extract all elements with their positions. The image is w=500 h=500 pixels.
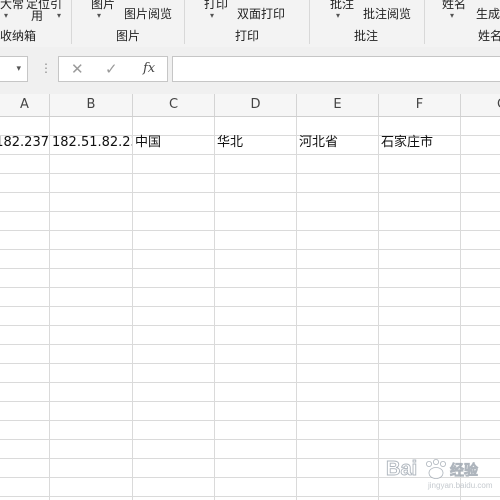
ribbon-btn-name[interactable]: 姓名 <box>442 0 466 11</box>
column-header-f[interactable]: F <box>379 94 461 116</box>
cancel-icon[interactable]: ✕ <box>71 60 84 78</box>
ribbon-divider <box>184 0 185 44</box>
drag-handle-icon[interactable]: ⋮ <box>40 62 52 74</box>
ribbon-btn-image[interactable]: 图片 <box>91 0 115 11</box>
cell-c1[interactable]: 中国 <box>135 134 214 152</box>
column-header-c[interactable]: C <box>133 94 215 116</box>
ribbon: 大常 ▾ 定位引 用 ▾ 收纳箱 图片 ▾ 图片阅览 图片 打印 ▾ 双面打印 … <box>0 0 500 48</box>
cell-d1[interactable]: 华北 <box>217 134 296 152</box>
cell-e1[interactable]: 河北省 <box>299 134 378 152</box>
ribbon-btn-locate-line2[interactable]: 用 <box>31 9 43 23</box>
cell-a1[interactable]: 182.237 <box>0 134 49 152</box>
chevron-down-icon[interactable]: ▾ <box>336 12 340 20</box>
ribbon-btn-generate[interactable]: 生成 <box>476 7 500 21</box>
watermark-logo-icon: Bai 经验 jingyan.baidu.com <box>386 458 493 490</box>
chevron-down-icon[interactable]: ▾ <box>16 64 21 74</box>
ribbon-btn-duplex-print[interactable]: 双面打印 <box>237 7 285 21</box>
column-header-g[interactable]: G <box>461 94 500 116</box>
chevron-down-icon[interactable]: ▾ <box>97 12 101 20</box>
ribbon-divider <box>424 0 425 44</box>
column-header-e[interactable]: E <box>297 94 379 116</box>
chevron-down-icon[interactable]: ▾ <box>4 12 8 20</box>
enter-icon[interactable]: ✓ <box>105 60 118 78</box>
column-headers: A B C D E F G <box>0 94 500 117</box>
formula-buttons: ✕ ✓ fx <box>58 56 168 82</box>
insert-function-button[interactable]: fx <box>143 61 155 76</box>
ribbon-divider <box>71 0 72 44</box>
ribbon-btn-print[interactable]: 打印 <box>204 0 228 11</box>
baidu-jingyan-watermark: Bai 经验 jingyan.baidu.com <box>380 452 500 492</box>
svg-text:Bai: Bai <box>386 458 417 480</box>
svg-text:jingyan.baidu.com: jingyan.baidu.com <box>427 481 493 490</box>
ribbon-btn-daichang[interactable]: 大常 <box>0 0 24 11</box>
column-header-d[interactable]: D <box>215 94 297 116</box>
ribbon-group-label-comment: 批注 <box>354 29 379 43</box>
ribbon-btn-comment[interactable]: 批注 <box>330 0 354 11</box>
cell-b1[interactable]: 182.51.82.237 <box>52 134 132 152</box>
svg-text:经验: 经验 <box>450 462 479 479</box>
ribbon-group-label-inbox: 收纳箱 <box>0 29 37 43</box>
chevron-down-icon[interactable]: ▾ <box>450 12 454 20</box>
column-header-a[interactable]: A <box>0 94 50 116</box>
formula-bar: ▾ ⋮ ✕ ✓ fx <box>0 47 500 94</box>
ribbon-group-label-image: 图片 <box>116 29 141 43</box>
ribbon-divider <box>309 0 310 44</box>
formula-input[interactable] <box>172 56 500 82</box>
ribbon-btn-comment-view[interactable]: 批注阅览 <box>363 7 411 21</box>
chevron-down-icon[interactable]: ▾ <box>210 12 214 20</box>
ribbon-group-label-name: 姓名 <box>478 29 500 43</box>
column-header-b[interactable]: B <box>50 94 133 116</box>
chevron-down-icon[interactable]: ▾ <box>57 12 61 20</box>
cell-f1[interactable]: 石家庄市 <box>381 134 460 152</box>
ribbon-group-label-print: 打印 <box>235 29 260 43</box>
name-box[interactable]: ▾ <box>0 56 28 82</box>
spreadsheet-grid[interactable]: 182.237 182.51.82.237 中国 华北 河北省 石家庄市 <box>0 117 500 500</box>
ribbon-btn-image-view[interactable]: 图片阅览 <box>124 7 172 21</box>
